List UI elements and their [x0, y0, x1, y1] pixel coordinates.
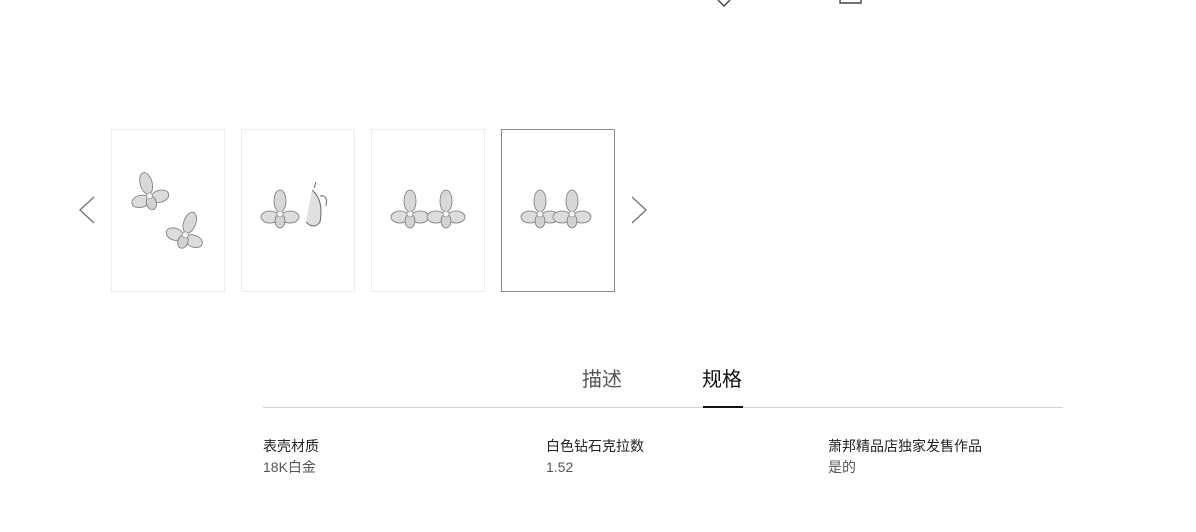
spec-value: 是的 [828, 459, 856, 475]
spec-value: 18K白金 [263, 459, 316, 475]
spec-label: 萧邦精品店独家发售作品 [828, 438, 982, 454]
thumbnail-1[interactable] [111, 129, 225, 292]
spec-boutique-exclusive: 萧邦精品店独家发售作品 是的 [828, 437, 982, 476]
tab-specifications[interactable]: 规格 [702, 366, 742, 394]
active-tab-indicator [703, 406, 743, 408]
chevron-right-icon [628, 195, 650, 225]
thumbnail-3[interactable] [371, 129, 485, 292]
tab-divider [263, 407, 1063, 408]
next-image-button[interactable] [628, 195, 650, 225]
spec-case-material: 表壳材质 18K白金 [263, 437, 319, 476]
spec-label: 表壳材质 [263, 438, 319, 454]
prev-image-button[interactable] [76, 195, 98, 225]
tab-description[interactable]: 描述 [582, 366, 622, 394]
thumbnail-4[interactable] [501, 129, 615, 292]
spec-value: 1.52 [546, 459, 574, 475]
chevron-left-icon [76, 195, 98, 225]
spec-diamond-carat: 白色钻石克拉数 1.52 [546, 437, 644, 476]
thumbnail-2[interactable] [241, 129, 355, 292]
bag-icon[interactable] [838, 0, 864, 6]
spec-label: 白色钻石克拉数 [546, 438, 644, 454]
heart-icon[interactable] [714, 0, 734, 8]
